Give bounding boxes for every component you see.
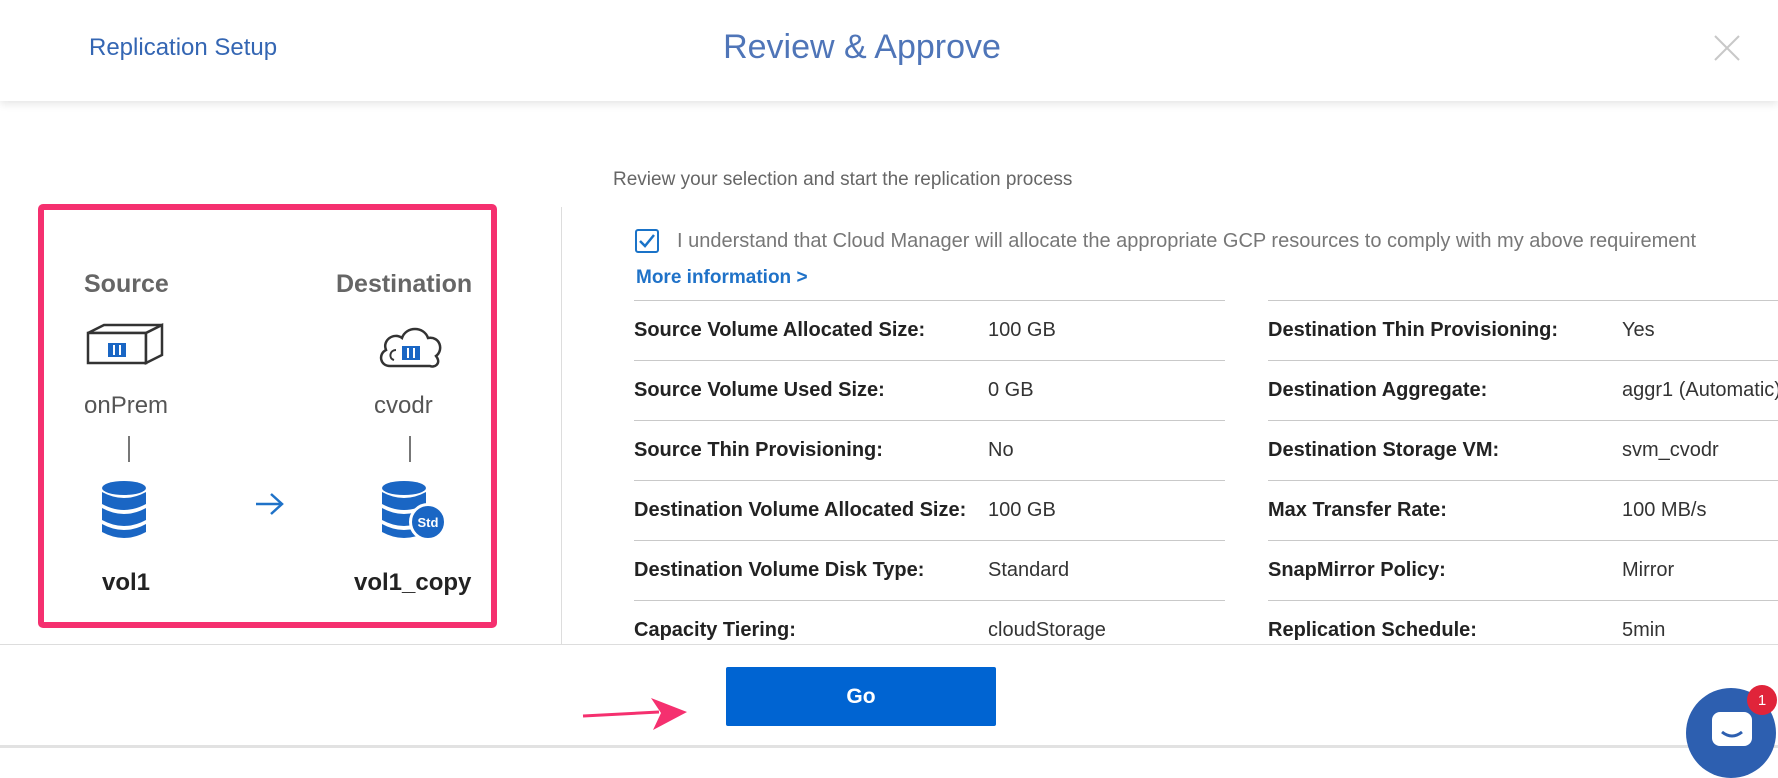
detail-row: Source Volume Allocated Size: 100 GB [634, 300, 1225, 361]
checkmark-icon [639, 234, 655, 248]
standard-disk-badge: Std [409, 503, 447, 541]
go-button[interactable]: Go [726, 667, 996, 726]
detail-label: Source Volume Allocated Size: [634, 319, 926, 341]
detail-row: Source Volume Used Size: 0 GB [634, 360, 1225, 421]
detail-row: Destination Volume Disk Type: Standard [634, 540, 1225, 601]
destination-node-name: cvodr [374, 392, 433, 419]
pointer-arrow-icon [582, 698, 687, 730]
source-volume-name: vol1 [102, 569, 151, 596]
more-information-link[interactable]: More information > [636, 267, 808, 289]
detail-label: Destination Thin Provisioning: [1268, 319, 1558, 341]
detail-row: Destination Volume Allocated Size: 100 GB [634, 480, 1225, 541]
arrow-right-icon [256, 493, 284, 515]
detail-row: Destination Storage VM: svm_cvodr [1268, 420, 1778, 481]
detail-row: SnapMirror Policy: Mirror [1268, 540, 1778, 601]
detail-label: Destination Volume Allocated Size: [634, 499, 967, 521]
detail-value: Yes [1622, 319, 1655, 341]
footer-divider [0, 745, 1778, 748]
destination-volume-name: vol1_copy [354, 569, 472, 596]
detail-label: Source Thin Provisioning: [634, 439, 883, 461]
detail-label: Max Transfer Rate: [1268, 499, 1447, 521]
modal-header: Replication Setup Review & Approve [0, 0, 1778, 101]
section-divider [561, 207, 562, 644]
on-prem-server-icon [86, 322, 164, 366]
chat-notification-badge: 1 [1747, 685, 1777, 715]
detail-value: aggr1 (Automatic) [1622, 379, 1778, 401]
chat-icon [1712, 712, 1752, 746]
detail-value: svm_cvodr [1622, 439, 1719, 461]
replication-summary-card: Source Destination onPrem cvodr Std vol1… [38, 204, 497, 628]
source-title: Source [84, 270, 169, 298]
source-volume-database-icon [102, 481, 146, 538]
detail-value: No [988, 439, 1014, 461]
detail-value: cloudStorage [988, 619, 1106, 641]
detail-value: Standard [988, 559, 1070, 581]
detail-label: Destination Storage VM: [1268, 439, 1500, 461]
detail-row: Destination Aggregate: aggr1 (Automatic) [1268, 360, 1778, 421]
cloud-icon [379, 327, 442, 368]
detail-value: 5min [1622, 619, 1666, 641]
detail-value: Mirror [1622, 559, 1675, 581]
detail-label: Destination Aggregate: [1268, 379, 1488, 401]
detail-label: Replication Schedule: [1268, 619, 1477, 641]
detail-row: Source Thin Provisioning: No [634, 420, 1225, 481]
detail-value: 100 MB/s [1622, 499, 1707, 521]
detail-value: 100 GB [988, 499, 1056, 521]
destination-title: Destination [336, 270, 473, 298]
review-intro-text: Review your selection and start the repl… [613, 169, 1073, 190]
detail-value: 0 GB [988, 379, 1034, 401]
detail-value: 100 GB [988, 319, 1056, 341]
close-icon[interactable] [1712, 33, 1742, 63]
destination-connector-line [409, 436, 411, 462]
detail-label: Capacity Tiering: [634, 619, 796, 641]
acknowledgement-checkbox[interactable] [635, 229, 659, 253]
detail-label: Source Volume Used Size: [634, 379, 885, 401]
page-title: Review & Approve [723, 28, 1001, 66]
detail-label: Destination Volume Disk Type: [634, 559, 925, 581]
detail-row: Destination Thin Provisioning: Yes [1268, 300, 1778, 361]
source-connector-line [128, 436, 130, 462]
detail-label: SnapMirror Policy: [1268, 559, 1446, 581]
acknowledgement-text: I understand that Cloud Manager will all… [677, 230, 1697, 252]
source-node-name: onPrem [84, 392, 169, 419]
detail-row: Max Transfer Rate: 100 MB/s [1268, 480, 1778, 541]
